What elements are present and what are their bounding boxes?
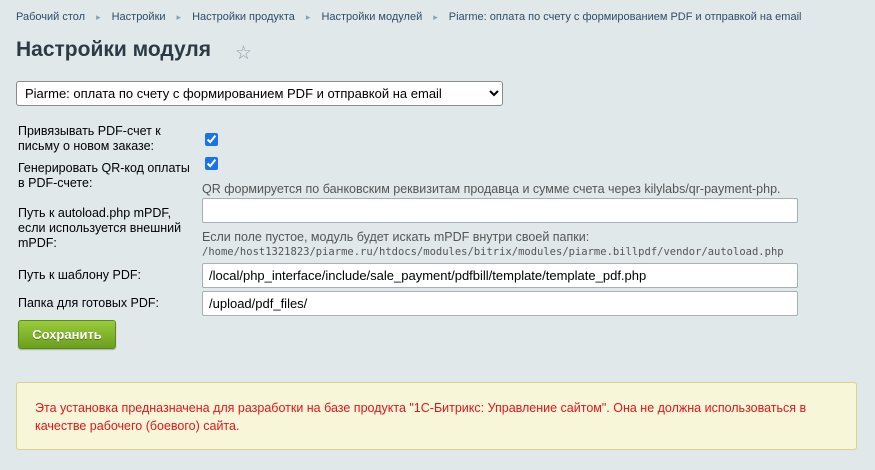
star-icon[interactable]: ☆	[235, 42, 252, 65]
attach-pdf-label: Привязывать PDF-счет к письму о новом за…	[18, 124, 161, 153]
folder-label: Папка для готовых PDF:	[18, 296, 160, 310]
template-label: Путь к шаблону PDF:	[18, 268, 141, 282]
breadcrumb-item-product-settings[interactable]: Настройки продукта	[192, 11, 295, 23]
breadcrumb-item-desktop[interactable]: Рабочий стол	[16, 11, 85, 23]
folder-input[interactable]	[202, 291, 798, 316]
autoload-label: Путь к autoload.php mPDF, если используе…	[18, 206, 182, 250]
autoload-input[interactable]	[202, 198, 798, 223]
module-select[interactable]: Piarme: оплата по счету с формированием …	[16, 81, 503, 106]
breadcrumb-item-current-module[interactable]: Piarme: оплата по счету с формированием …	[449, 11, 802, 23]
save-button[interactable]: Сохранить	[18, 320, 116, 349]
chevron-right-icon: ▸	[433, 12, 438, 22]
breadcrumb-item-module-settings[interactable]: Настройки модулей	[321, 11, 422, 23]
template-input[interactable]	[202, 263, 798, 288]
qr-code-label: Генерировать QR-код оплаты в PDF-счете:	[18, 161, 190, 190]
breadcrumb: Рабочий стол ▸ Настройки ▸ Настройки продукт…	[16, 11, 801, 23]
qr-code-checkbox[interactable]	[205, 157, 218, 170]
dev-warning-banner: Эта установка предназначена для разработ…	[16, 382, 857, 450]
chevron-right-icon: ▸	[96, 12, 101, 22]
chevron-right-icon: ▸	[305, 12, 311, 22]
attach-pdf-checkbox[interactable]	[205, 133, 218, 146]
qr-code-hint: QR формируется по банковским реквизитам …	[202, 182, 781, 196]
autoload-default-path: /home/host1321823/piarme.ru/htdocs/modul…	[202, 246, 784, 258]
autoload-hint: Если поле пустое, модуль будет искать mP…	[202, 230, 590, 244]
chevron-right-icon: ▸	[176, 12, 182, 22]
page-title: Настройки модуля	[16, 38, 212, 61]
breadcrumb-item-settings[interactable]: Настройки	[112, 11, 166, 23]
dev-warning-text: Эта установка предназначена для разработ…	[35, 401, 807, 433]
